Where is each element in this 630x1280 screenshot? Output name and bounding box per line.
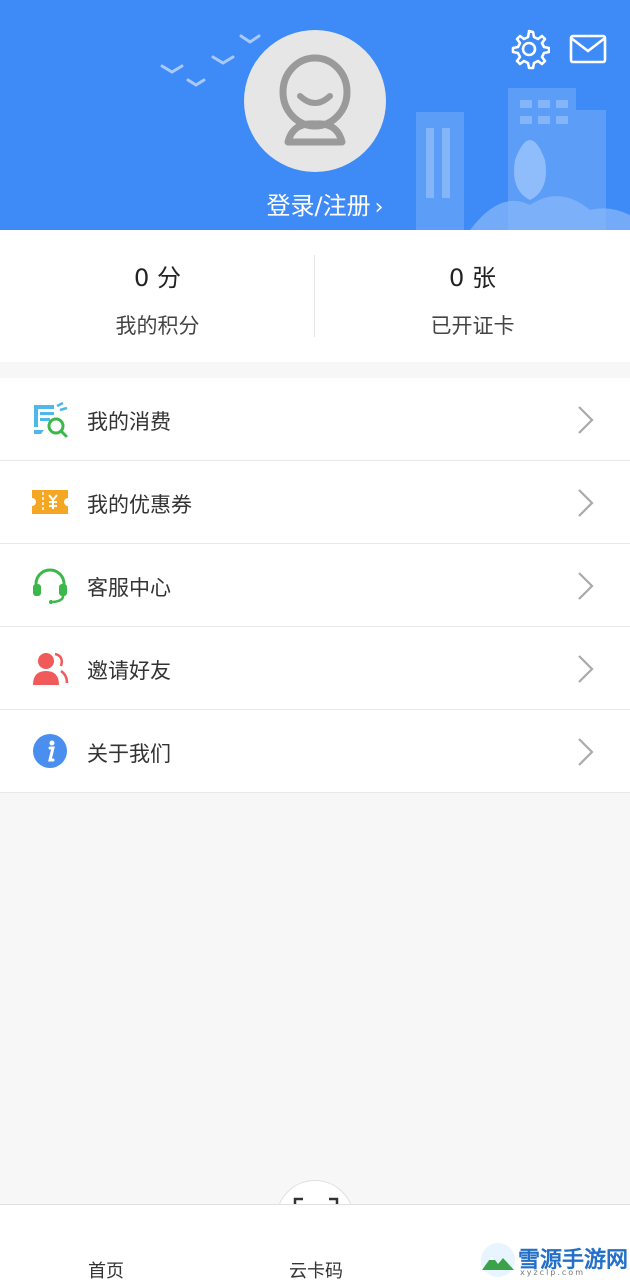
watermark-logo-icon	[481, 1243, 515, 1277]
menu-item-customer-service[interactable]: 客服中心	[0, 544, 630, 627]
invite-friends-icon	[33, 652, 69, 685]
login-register-label: 登录/注册	[266, 192, 371, 220]
cards-stat[interactable]: 0 张 已开证卡	[315, 230, 630, 362]
tab-cloud-card[interactable]: 云卡码	[289, 1257, 343, 1280]
login-register-link[interactable]: 登录/注册 ›	[0, 186, 630, 221]
chevron-right-icon	[578, 406, 594, 434]
tab-home[interactable]: 首页	[88, 1257, 124, 1280]
points-label: 我的积分	[115, 314, 200, 338]
menu-item-label: 我的消费	[87, 410, 171, 434]
chevron-right-icon	[578, 489, 594, 517]
menu-item-label: 邀请好友	[87, 659, 171, 683]
info-icon	[33, 734, 67, 768]
cards-label: 已开证卡	[430, 314, 515, 338]
menu-item-invite-friends[interactable]: 邀请好友	[0, 627, 630, 710]
menu-item-coupons[interactable]: 我的优惠券	[0, 461, 630, 544]
points-stat[interactable]: 0 分 我的积分	[0, 230, 315, 362]
points-value: 0 分	[134, 264, 181, 292]
profile-header: 登录/注册 ›	[0, 0, 630, 230]
avatar[interactable]	[244, 30, 386, 172]
stats-panel: 0 分 我的积分 0 张 已开证卡	[0, 230, 630, 362]
menu-item-about[interactable]: 关于我们	[0, 710, 630, 793]
default-avatar-icon	[279, 54, 351, 146]
menu-item-label: 客服中心	[87, 576, 171, 600]
menu-item-label: 我的优惠券	[87, 493, 192, 517]
chevron-right-icon	[578, 655, 594, 683]
consumption-icon	[34, 401, 68, 438]
coupon-icon	[32, 490, 68, 514]
watermark-subtext: xyzclp.com	[520, 1268, 585, 1277]
menu-list: 我的消费 我的优惠券 客服中心 邀请好友 关于我们	[0, 378, 630, 793]
cards-value: 0 张	[449, 264, 496, 292]
mail-icon[interactable]	[569, 34, 607, 64]
headset-icon	[33, 568, 67, 604]
stats-divider	[314, 255, 315, 337]
menu-item-consumption[interactable]: 我的消费	[0, 378, 630, 461]
chevron-right-icon	[578, 738, 594, 766]
gear-icon[interactable]	[508, 28, 550, 70]
menu-item-label: 关于我们	[87, 742, 171, 766]
chevron-right-icon: ›	[374, 195, 384, 220]
chevron-right-icon	[578, 572, 594, 600]
watermark: 雪源手游网 xyzclp.com	[480, 1240, 630, 1280]
